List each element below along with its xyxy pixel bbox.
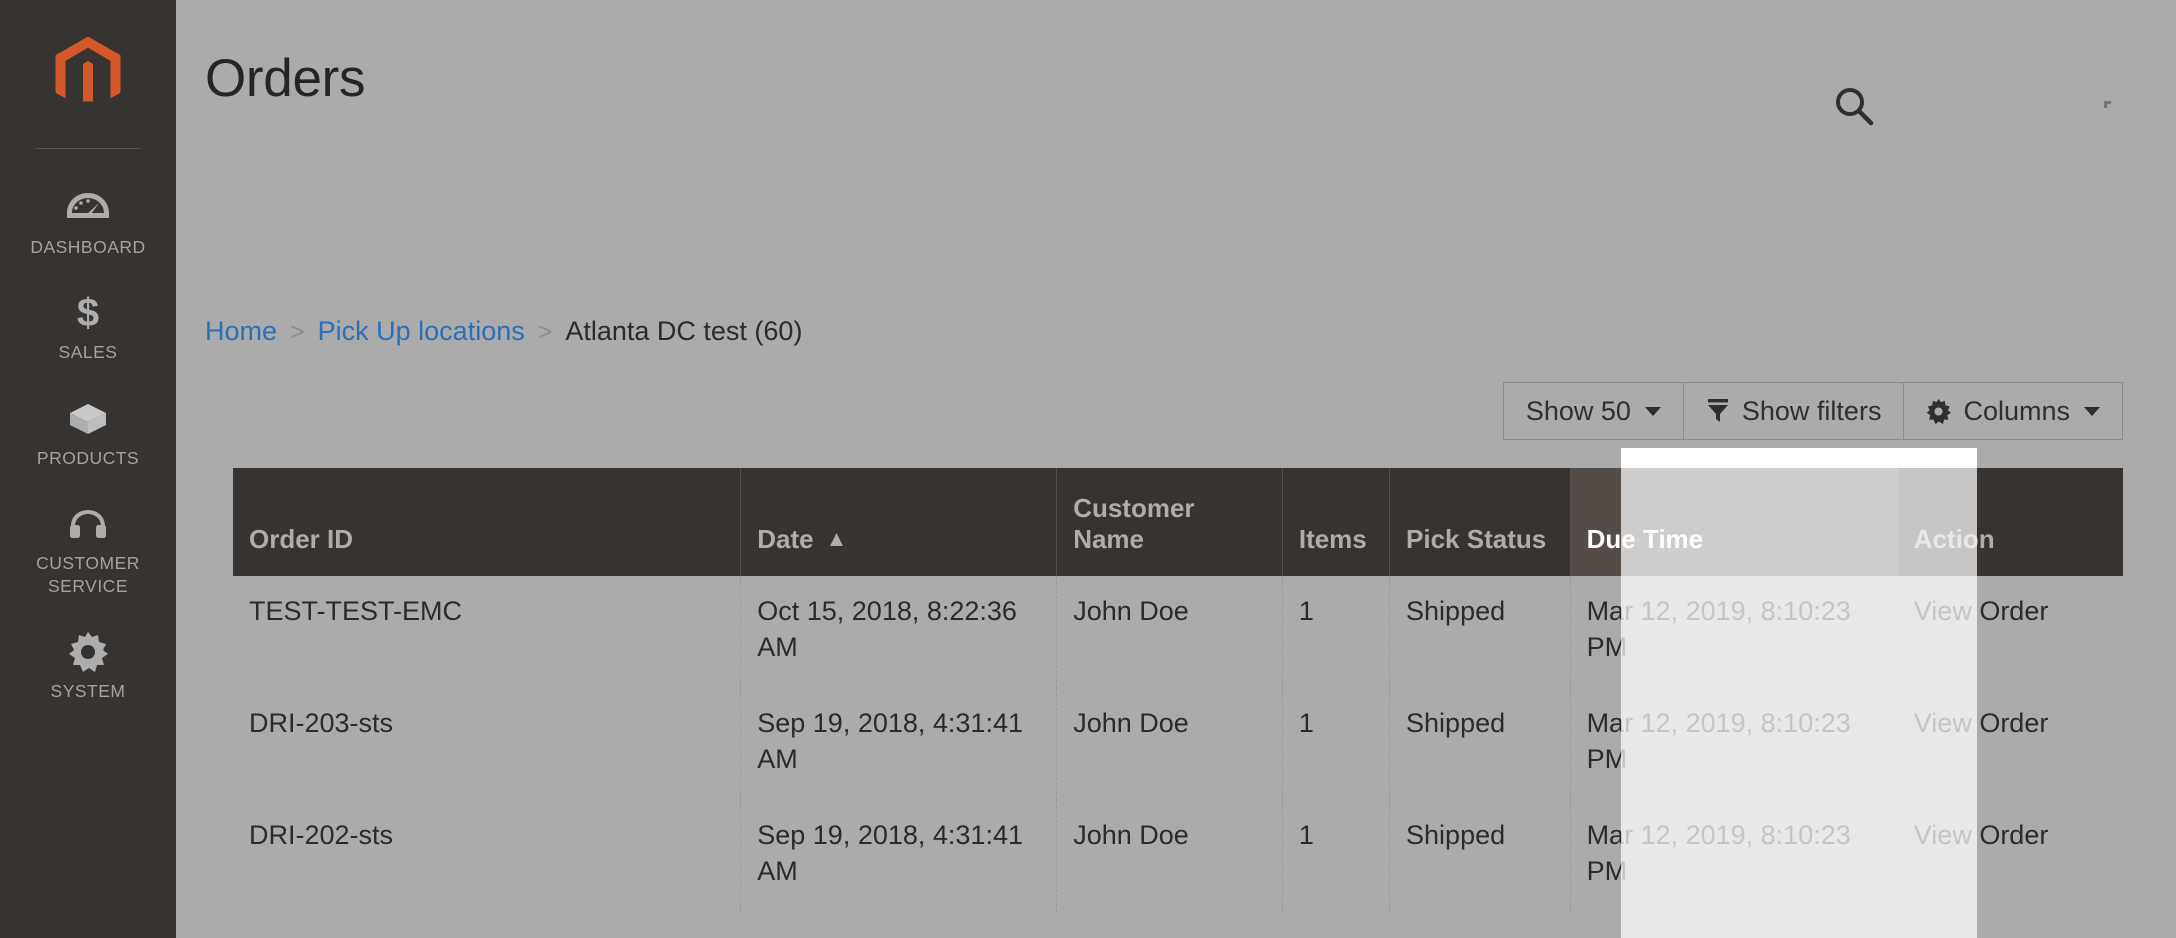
table-row[interactable]: DRI-202-sts Sep 19, 2018, 4:31:41 AM Joh…	[233, 800, 2123, 912]
corner-marker-icon	[2104, 101, 2111, 108]
column-header-customer-name[interactable]: Customer Name	[1056, 468, 1283, 576]
column-header-date[interactable]: Date ▲	[740, 468, 1058, 576]
magento-logo	[55, 36, 121, 102]
cell-date: Sep 19, 2018, 4:31:41 AM	[740, 800, 1058, 912]
cell-date: Sep 19, 2018, 4:31:41 AM	[740, 688, 1058, 800]
view-order-link[interactable]: View Order	[1897, 688, 2123, 800]
show-per-page-label: Show 50	[1525, 395, 1631, 426]
cell-due-time: Mar 12, 2019, 8:10:23 PM	[1570, 576, 1898, 688]
sidebar-item-dashboard[interactable]: Dashboard	[0, 171, 176, 276]
columns-button[interactable]: Columns	[1904, 383, 2122, 439]
view-order-link[interactable]: View Order	[1897, 800, 2123, 912]
dashboard-gauge-icon	[65, 187, 111, 229]
sidebar-item-sales[interactable]: $ Sales	[0, 276, 176, 381]
sort-ascending-icon: ▲	[825, 526, 848, 552]
column-label: Pick Status	[1406, 524, 1547, 555]
column-header-order-id[interactable]: Order ID	[233, 468, 742, 576]
cell-order-id: DRI-203-sts	[233, 688, 742, 800]
show-per-page-button[interactable]: Show 50	[1504, 383, 1684, 439]
gear-icon	[68, 631, 108, 673]
columns-label: Columns	[1963, 395, 2070, 426]
grid-toolbar: Show 50 Show filters Columns	[1502, 382, 2123, 440]
cell-pick-status: Shipped	[1389, 800, 1571, 912]
cell-order-id: DRI-202-sts	[233, 800, 742, 912]
column-header-items[interactable]: Items	[1282, 468, 1391, 576]
breadcrumb-separator: >	[537, 318, 553, 346]
column-label: Action	[1913, 524, 1995, 555]
column-label: Items	[1298, 524, 1367, 555]
breadcrumb-item-pickup-locations[interactable]: Pick Up locations	[318, 316, 525, 347]
sidebar-item-label: Customer Service	[36, 553, 140, 596]
cell-pick-status: Shipped	[1389, 688, 1571, 800]
search-icon[interactable]	[1826, 78, 1882, 134]
page-title: Orders	[205, 49, 366, 108]
show-filters-button[interactable]: Show filters	[1684, 383, 1905, 439]
orders-table: Order ID Date ▲ Customer Name Items Pick …	[233, 468, 2123, 912]
sidebar-item-label: Products	[36, 447, 140, 468]
headset-icon	[66, 503, 110, 545]
sidebar-item-system[interactable]: System	[0, 615, 176, 720]
column-header-pick-status[interactable]: Pick Status	[1389, 468, 1571, 576]
table-header-row: Order ID Date ▲ Customer Name Items Pick …	[233, 468, 2123, 576]
chevron-down-icon	[2084, 406, 2100, 416]
orders-grid: Order ID Date ▲ Customer Name Items Pick …	[233, 468, 2123, 912]
sidebar-item-label: Sales	[58, 342, 118, 363]
cell-order-id: TEST-TEST-EMC	[233, 576, 742, 688]
sidebar-item-label: System	[50, 680, 126, 701]
column-label: Customer Name	[1073, 492, 1195, 555]
column-label: Due Time	[1586, 524, 1704, 555]
sidebar-item-label: Dashboard	[30, 237, 146, 257]
sidebar-item-products[interactable]: Products	[0, 382, 176, 487]
cell-items: 1	[1282, 800, 1391, 912]
breadcrumb-item-home[interactable]: Home	[205, 316, 277, 347]
gear-icon	[1926, 398, 1952, 424]
cell-items: 1	[1282, 576, 1391, 688]
view-order-link[interactable]: View Order	[1897, 576, 2123, 688]
cell-customer-name: John Doe	[1056, 688, 1283, 800]
cell-items: 1	[1282, 688, 1391, 800]
box-icon	[66, 398, 110, 440]
cell-customer-name: John Doe	[1056, 800, 1283, 912]
column-header-action[interactable]: Action	[1897, 468, 2123, 576]
cell-pick-status: Shipped	[1389, 576, 1571, 688]
sidebar-item-customer-service[interactable]: Customer Service	[0, 487, 176, 615]
column-header-due-time[interactable]: Due Time	[1570, 468, 1898, 576]
page-root: Dashboard $ Sales Produ	[0, 0, 2176, 938]
show-filters-label: Show filters	[1741, 395, 1882, 426]
cell-customer-name: John Doe	[1056, 576, 1283, 688]
cell-date: Oct 15, 2018, 8:22:36 AM	[740, 576, 1058, 688]
breadcrumb-separator: >	[290, 318, 305, 346]
table-header: Order ID Date ▲ Customer Name Items Pick …	[233, 468, 2123, 576]
cell-due-time: Mar 12, 2019, 8:10:23 PM	[1570, 688, 1898, 800]
dollar-sign-icon: $	[72, 292, 104, 334]
breadcrumb: Home > Pick Up locations > Atlanta DC te…	[205, 316, 802, 347]
sidebar: Dashboard $ Sales Produ	[0, 0, 176, 938]
svg-text:$: $	[77, 292, 99, 334]
logo-container[interactable]	[0, 0, 176, 148]
table-row[interactable]: DRI-203-sts Sep 19, 2018, 4:31:41 AM Joh…	[233, 688, 2123, 800]
table-body: TEST-TEST-EMC Oct 15, 2018, 8:22:36 AM J…	[233, 576, 2123, 912]
breadcrumb-item-current: Atlanta DC test (60)	[565, 316, 803, 346]
table-row[interactable]: TEST-TEST-EMC Oct 15, 2018, 8:22:36 AM J…	[233, 576, 2123, 688]
funnel-icon	[1706, 398, 1730, 424]
column-label: Order ID	[249, 524, 354, 555]
column-label: Date	[757, 524, 814, 555]
page-header: Orders	[176, 0, 2176, 196]
chevron-down-icon	[1644, 406, 1661, 416]
cell-due-time: Mar 12, 2019, 8:10:23 PM	[1570, 800, 1898, 912]
main-area: Orders Home > Pick Up locations > Atlant…	[176, 0, 2176, 938]
sidebar-nav-list: Dashboard $ Sales Produ	[0, 149, 176, 720]
